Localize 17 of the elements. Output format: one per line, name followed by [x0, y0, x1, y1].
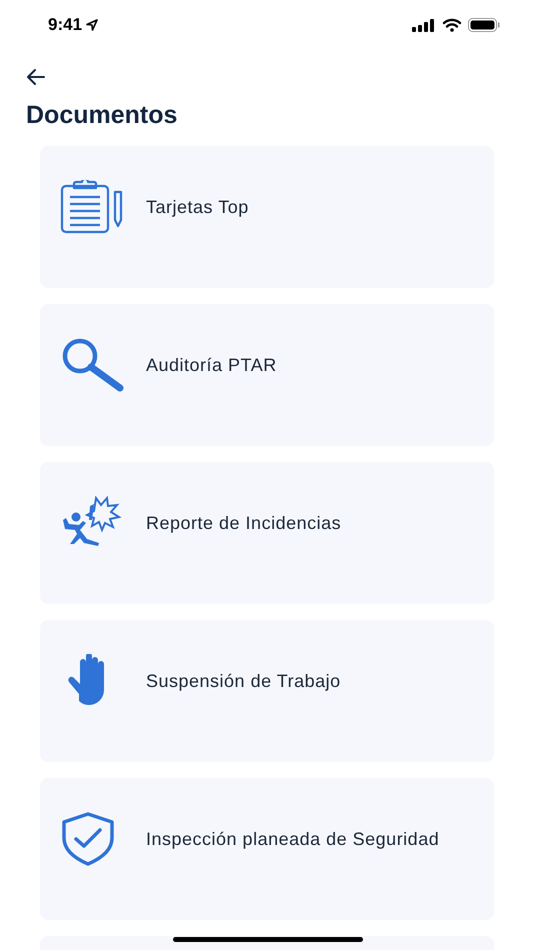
location-arrow-icon [86, 19, 98, 31]
document-card[interactable]: Suspensión de Trabajo [40, 620, 494, 762]
document-card[interactable]: Tarjetas Top [40, 146, 494, 288]
document-label: Suspensión de Trabajo [146, 670, 341, 692]
status-time: 9:41 [48, 15, 82, 35]
signal-icon [412, 18, 436, 32]
document-card[interactable]: Reporte de Incidencias [40, 462, 494, 604]
document-label: Auditoría PTAR [146, 354, 277, 376]
battery-icon [468, 18, 500, 32]
page-title: Documentos [26, 101, 178, 130]
document-card[interactable]: Auditoría PTAR [40, 304, 494, 446]
document-label: Tarjetas Top [146, 196, 249, 218]
document-card[interactable]: Inspección planeada de Seguridad [40, 778, 494, 920]
document-label: Inspección planeada de Seguridad [146, 828, 440, 850]
search-icon [60, 338, 126, 392]
document-label: Reporte de Incidencias [146, 512, 342, 534]
wifi-icon [442, 18, 462, 32]
